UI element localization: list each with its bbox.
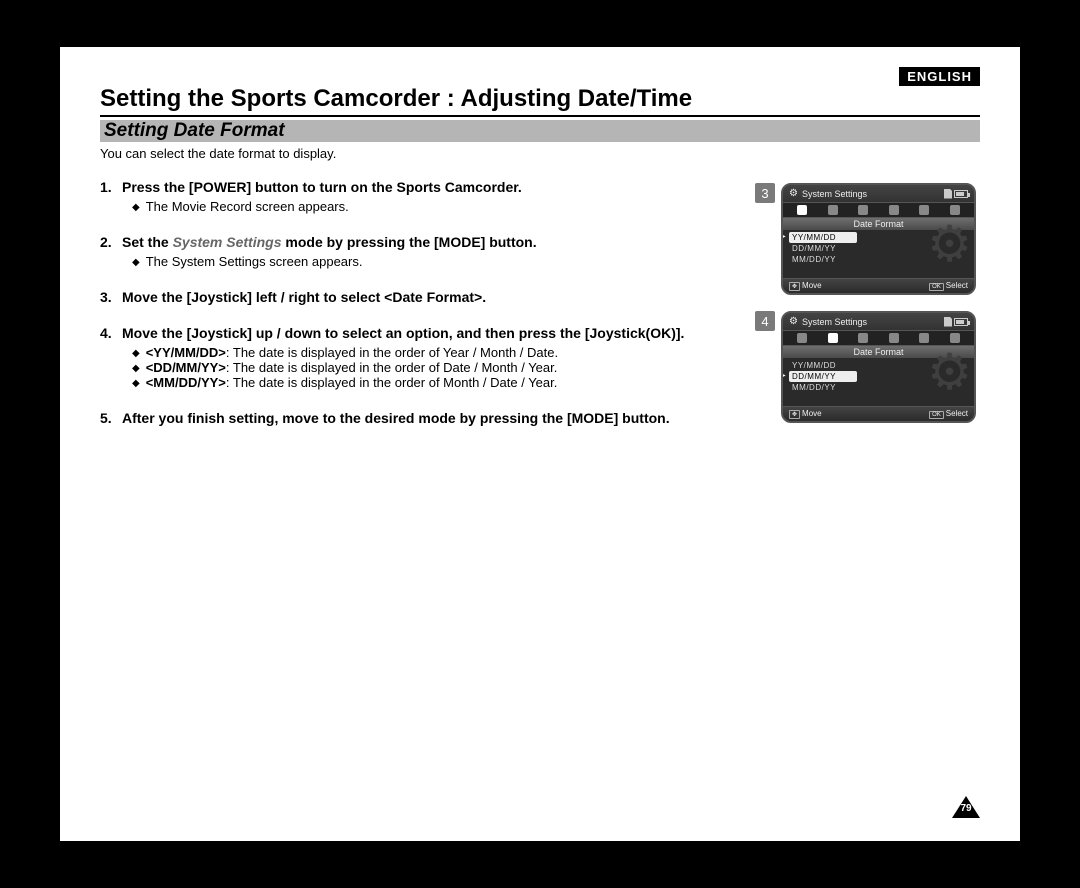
gear-icon: ⚙ [789,316,798,327]
screenshot-4-opt-2: DD/MM/YY [789,371,857,382]
tab-clock-icon [797,333,807,343]
step-1-title: Press the [POWER] button to turn on the … [122,179,522,195]
gear-icon: ⚙ [789,188,798,199]
step-2-title-em: System Settings [173,234,282,250]
step-4-sub-2: <DD/MM/YY>: The date is displayed in the… [132,360,735,375]
screenshot-3-number: 3 [755,183,775,203]
ok-icon: OK [929,283,944,291]
step-2-sub-1: The System Settings screen appears. [132,254,735,269]
battery-icon [954,190,968,198]
language-badge: ENGLISH [899,67,980,86]
card-icon [944,189,952,199]
dpad-icon: ✥ [789,282,800,291]
step-2-title-post: mode by pressing the [MODE] button. [282,234,537,250]
tab-icon [858,333,868,343]
screenshot-3-opt-3: MM/DD/YY [789,254,857,265]
tab-icon [889,205,899,215]
screenshots-column: 3 ⚙ System Settings [755,179,980,446]
manual-page: ENGLISH Setting the Sports Camcorder : A… [60,47,1020,841]
step-2-title-pre: Set the [122,234,173,250]
step-2: Set the System Settings mode by pressing… [100,234,735,269]
screenshot-3-opt-2: DD/MM/YY [789,243,857,254]
screenshot-3-opt-1: YY/MM/DD [789,232,857,243]
screenshot-4: ⚙ System Settings [781,311,976,423]
tab-icon [858,205,868,215]
opt-dd-desc: : The date is displayed in the order of … [226,360,557,375]
tab-icon [950,205,960,215]
opt-dd-label: <DD/MM/YY> [146,360,226,375]
status-icons [944,189,968,199]
tab-icon [828,333,838,343]
page-number: 79 [952,796,980,823]
screenshot-4-number: 4 [755,311,775,331]
step-5: After you finish setting, move to the de… [100,410,735,426]
step-3-title: Move the [Joystick] left / right to sele… [122,289,486,305]
status-icons [944,317,968,327]
instructions-column: Press the [POWER] button to turn on the … [100,179,735,446]
card-icon [944,317,952,327]
tab-icon [950,333,960,343]
step-4-sub-1: <YY/MM/DD>: The date is displayed in the… [132,345,735,360]
opt-yy-desc: : The date is displayed in the order of … [226,345,558,360]
step-4-sub-3: <MM/DD/YY>: The date is displayed in the… [132,375,735,390]
screenshot-3-header: System Settings [802,189,940,199]
foot-move: ✥Move [789,409,822,419]
foot-move: ✥Move [789,281,822,291]
opt-mm-desc: : The date is displayed in the order of … [226,375,557,390]
step-3: Move the [Joystick] left / right to sele… [100,289,735,305]
step-1: Press the [POWER] button to turn on the … [100,179,735,214]
screenshot-3: ⚙ System Settings [781,183,976,295]
step-2-title: Set the System Settings mode by pressing… [122,234,537,250]
screenshot-4-wrap: 4 ⚙ System Settings [755,311,980,423]
step-4: Move the [Joystick] up / down to select … [100,325,735,390]
foot-select: OKSelect [929,281,968,291]
screenshot-3-wrap: 3 ⚙ System Settings [755,183,980,295]
tab-icon [828,205,838,215]
tab-clock-icon [797,205,807,215]
screenshot-4-header: System Settings [802,317,940,327]
tab-icon [889,333,899,343]
dpad-icon: ✥ [789,410,800,419]
steps-list: Press the [POWER] button to turn on the … [100,179,735,426]
step-5-title: After you finish setting, move to the de… [122,410,670,426]
intro-text: You can select the date format to displa… [100,146,980,161]
step-1-sub-1: The Movie Record screen appears. [132,199,735,214]
screenshot-4-opt-1: YY/MM/DD [789,360,857,371]
tab-icon [919,205,929,215]
opt-yy-label: <YY/MM/DD> [146,345,226,360]
foot-select: OKSelect [929,409,968,419]
page-title: Setting the Sports Camcorder : Adjusting… [100,77,980,117]
section-title: Setting Date Format [100,120,980,142]
opt-mm-label: <MM/DD/YY> [146,375,226,390]
screenshot-4-opt-3: MM/DD/YY [789,382,857,393]
tab-icon [919,333,929,343]
ok-icon: OK [929,411,944,419]
battery-icon [954,318,968,326]
step-4-title: Move the [Joystick] up / down to select … [122,325,684,341]
